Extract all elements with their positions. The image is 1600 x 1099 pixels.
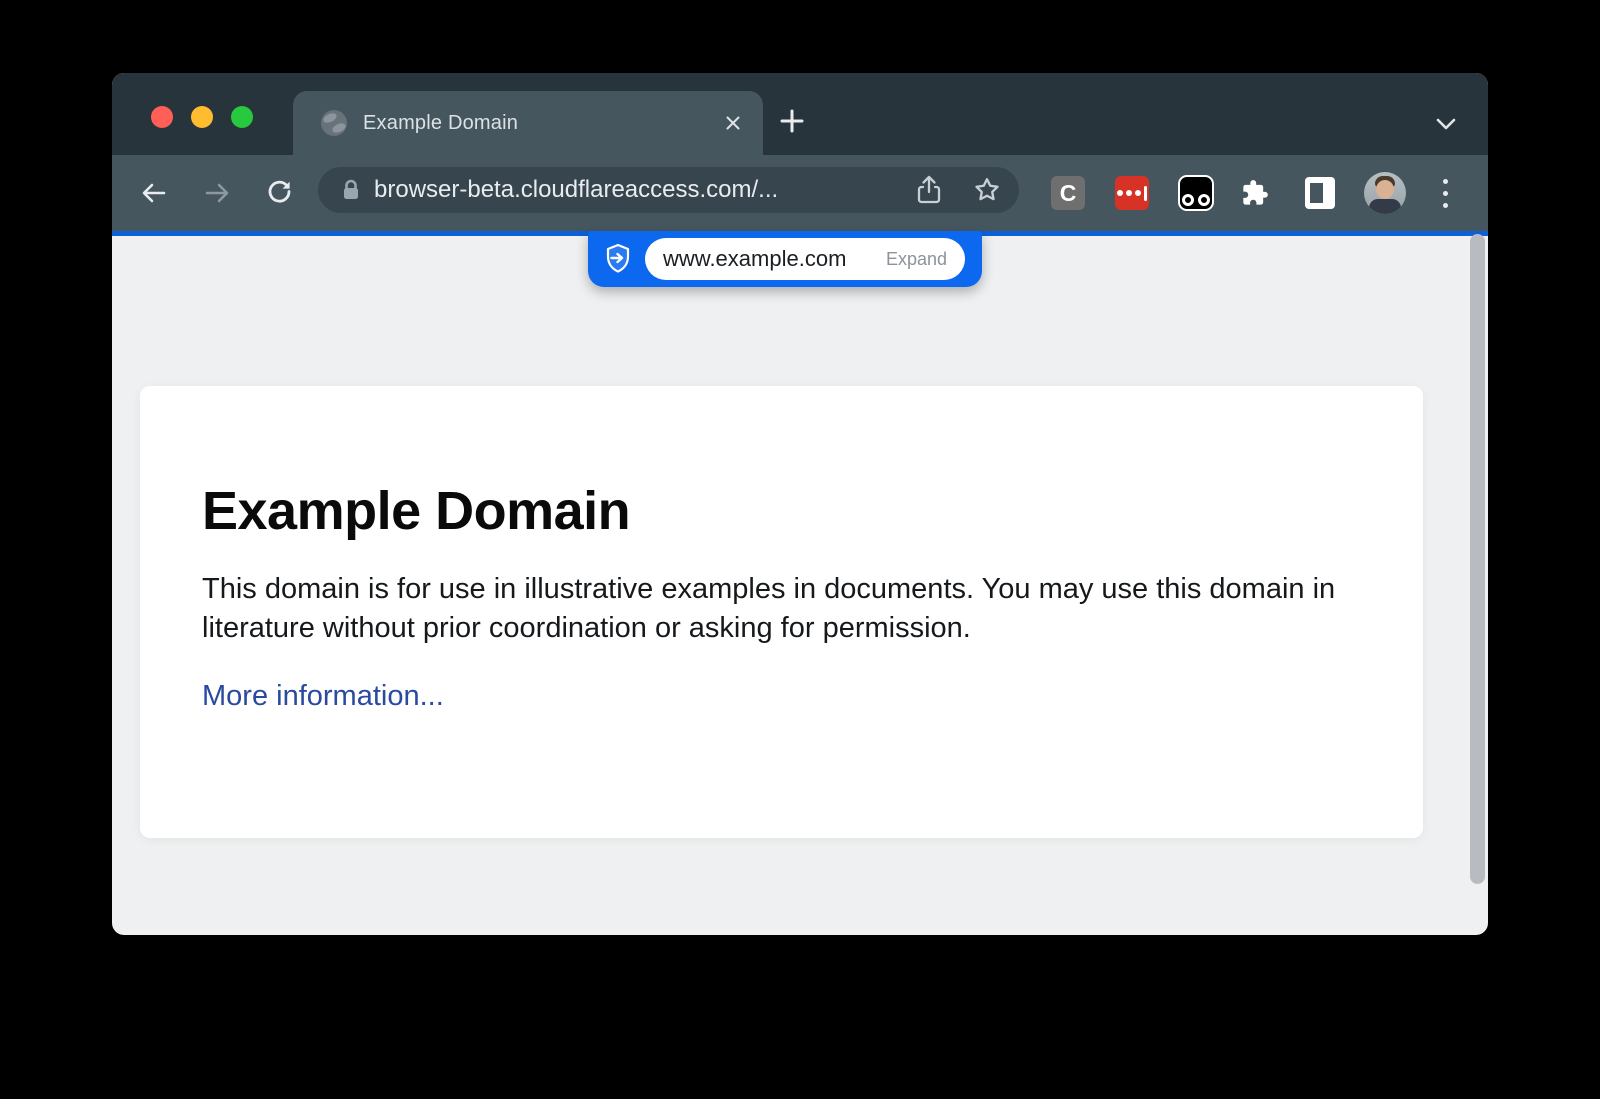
shield-arrow-icon [604,243,632,275]
goggles-extension-icon[interactable] [1178,175,1214,211]
reload-button[interactable] [260,173,300,213]
browser-menu-icon[interactable] [1425,173,1465,213]
back-button[interactable] [134,173,174,213]
lock-icon[interactable] [340,178,362,202]
profile-avatar[interactable] [1364,172,1406,214]
isolated-hostname: www.example.com [663,246,886,272]
more-information-link[interactable]: More information... [202,680,444,713]
page-paragraph: This domain is for use in illustrative e… [202,570,1352,648]
new-tab-button[interactable] [772,101,812,141]
tab-search-chevron-icon[interactable] [1426,104,1466,144]
forward-button[interactable] [197,173,237,213]
vertical-scrollbar[interactable] [1470,234,1485,884]
tab-example-domain[interactable]: Example Domain [293,91,763,155]
page-heading: Example Domain [202,480,1353,542]
extension-c-icon[interactable]: C [1051,176,1085,210]
url-text[interactable]: browser-beta.cloudflareaccess.com/... [374,176,907,204]
toolbar: browser-beta.cloudflareaccess.com/... C [112,155,1488,231]
isolation-host-pill[interactable]: www.example.com Expand [645,238,965,280]
content-card: Example Domain This domain is for use in… [140,386,1423,838]
extensions-puzzle-icon[interactable] [1235,173,1275,213]
share-icon[interactable] [907,168,951,212]
minimize-window-button[interactable] [191,106,213,128]
expand-button[interactable]: Expand [886,249,947,270]
close-window-button[interactable] [151,106,173,128]
tab-close-icon[interactable] [715,105,751,141]
zoom-window-button[interactable] [231,106,253,128]
globe-favicon-icon [321,110,347,136]
tab-strip: Example Domain [112,73,1488,155]
address-bar[interactable]: browser-beta.cloudflareaccess.com/... [318,167,1019,213]
isolation-pill[interactable]: www.example.com Expand [588,231,982,287]
bookmark-star-icon[interactable] [965,168,1009,212]
side-panel-icon[interactable] [1305,177,1335,209]
lastpass-extension-icon[interactable] [1115,176,1149,210]
browser-window: Example Domain [112,73,1488,935]
tab-title: Example Domain [363,112,715,135]
